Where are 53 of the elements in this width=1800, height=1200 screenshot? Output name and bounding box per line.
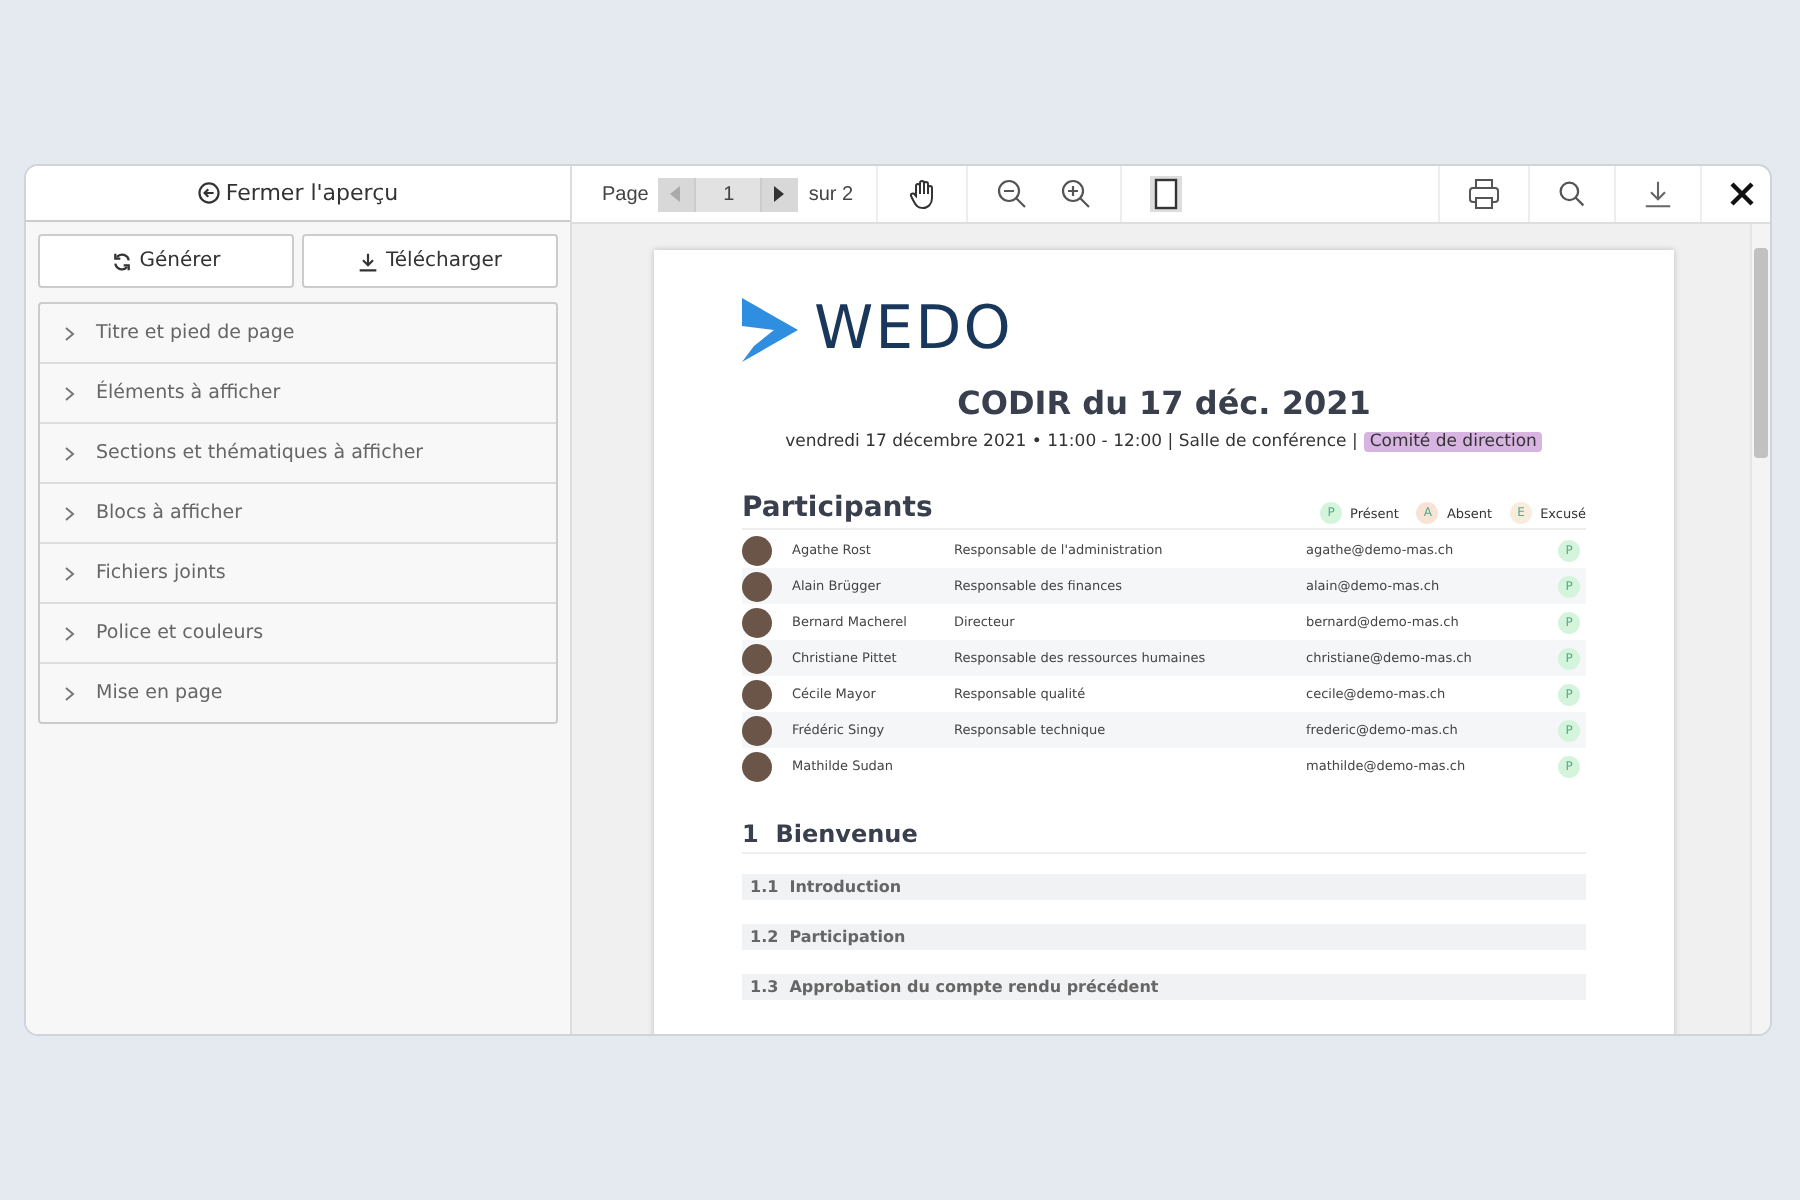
document-title: CODIR du 17 déc. 2021 [955,384,1373,422]
page-total: sur 2 [808,183,854,205]
accordion-item[interactable]: Sections et thématiques à afficher [40,424,556,484]
section-heading: 1 Bienvenue [742,820,1586,854]
download-button[interactable]: Télécharger [302,234,558,288]
avatar [742,607,772,637]
avatar [742,643,772,673]
search-icon[interactable] [1558,180,1586,208]
refresh-icon [111,251,132,271]
chevron-icon [64,625,76,641]
single-page-icon[interactable] [1149,176,1182,212]
avatar [742,571,772,601]
page-label: Page [602,183,649,205]
accordion-item[interactable]: Éléments à afficher [40,364,556,424]
scrollbar[interactable] [1750,224,1770,1034]
download-icon[interactable] [1644,180,1672,208]
download-icon [357,251,378,271]
generate-button[interactable]: Générer [38,234,294,288]
accordion-item[interactable]: Fichiers joints [40,544,556,604]
logo-text: WEDO [814,294,1013,364]
chevron-icon [64,685,76,701]
right-triangle-icon [774,186,787,202]
close-preview-button[interactable]: Fermer l'aperçu [26,166,570,222]
subsection-heading: 1.1 Introduction [742,874,1586,900]
chevron-icon [64,505,76,521]
back-arrow-icon [197,182,220,204]
subsection-heading: 1.3 Approbation du compte rendu précédent [742,974,1586,1000]
close-icon[interactable] [1730,182,1754,206]
participants-heading: Participants [742,492,933,524]
accordion-item[interactable]: Blocs à afficher [40,484,556,544]
logo-icon [742,297,798,361]
zoom-out-icon[interactable] [995,178,1028,210]
scrollbar-thumb[interactable] [1754,248,1768,458]
hand-icon[interactable] [905,178,938,210]
subsection-heading: 1.2 Participation [742,924,1586,950]
avatar [742,679,772,709]
next-page-button[interactable] [762,177,799,211]
zoom-in-icon[interactable] [1059,178,1092,210]
avatar [742,751,772,781]
avatar [742,715,772,745]
chevron-icon [64,565,76,581]
meeting-details: vendredi 17 décembre 2021 • 11:00 - 12:00 | Salle de conférence | [785,432,1358,452]
print-icon[interactable] [1468,178,1500,210]
chevron-icon [64,325,76,341]
chevron-icon [64,385,76,401]
committee-tag: Comité de direction [1363,432,1543,452]
left-triangle-icon [670,186,683,202]
chevron-icon [64,445,76,461]
page-number-field[interactable]: 1 [694,177,763,211]
accordion-item[interactable]: Titre et pied de page [40,304,556,364]
avatar [742,535,772,565]
accordion-item[interactable]: Mise en page [40,664,556,722]
accordion-item[interactable]: Police et couleurs [40,604,556,664]
